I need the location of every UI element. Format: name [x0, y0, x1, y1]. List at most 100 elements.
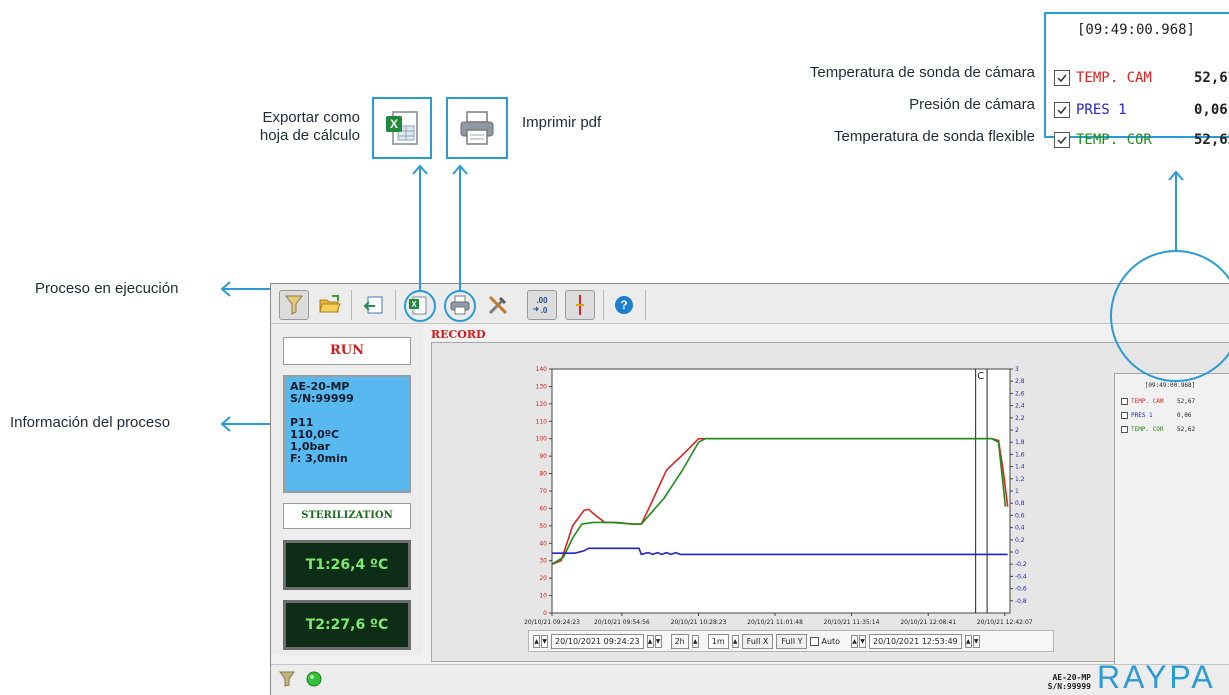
- mini-legend-item-temp-cam[interactable]: TEMP. CAM 52,67: [1121, 398, 1195, 405]
- y-left-tick-label: 140: [536, 366, 548, 373]
- span-minutes-field[interactable]: 1m: [707, 633, 729, 649]
- toolbar-separator: [603, 290, 604, 320]
- end-datetime-field[interactable]: 20/10/2021 12:53:49: [869, 633, 962, 649]
- print-zoom: [446, 97, 508, 159]
- y-right-tick-label: 2: [1015, 427, 1019, 434]
- checkbox-temp-cor[interactable]: [1054, 132, 1070, 148]
- mini-checkbox[interactable]: [1121, 412, 1128, 419]
- y-left-tick-label: 20: [539, 575, 547, 582]
- legend-timestamp: [09:49:00.968]: [1076, 22, 1195, 38]
- tools-button[interactable]: [483, 290, 513, 320]
- t2-display: T2:27,6 ºC: [283, 600, 411, 650]
- excel-export-icon: X: [409, 296, 427, 315]
- y-left-tick-label: 60: [539, 505, 547, 512]
- start-spinner[interactable]: ▲ ▼: [533, 634, 548, 648]
- legend-item-temp-cor[interactable]: TEMP. COR 52,62: [1054, 130, 1229, 150]
- svg-text:X: X: [411, 300, 417, 309]
- hours-spinner[interactable]: ▲: [691, 634, 699, 648]
- mini-checkbox[interactable]: [1121, 426, 1128, 433]
- checkbox-temp-cam[interactable]: [1054, 70, 1070, 86]
- callout-probe-cam: Temperatura de sonda de cámara: [809, 64, 1035, 81]
- y-right-tick-label: -0,6: [1015, 586, 1027, 593]
- open-button[interactable]: [315, 290, 345, 320]
- y-right-tick-label: 0,4: [1015, 525, 1025, 532]
- end-spinner[interactable]: ▲ ▼: [851, 634, 867, 648]
- auto-checkbox[interactable]: [810, 636, 820, 646]
- minutes-spinner[interactable]: ▲: [731, 634, 739, 648]
- start-datetime-field[interactable]: 20/10/2021 09:24:23: [551, 633, 644, 649]
- x-tick-label: 20/10/21 10:28:23: [671, 619, 727, 625]
- y-right-tick-label: 3: [1015, 366, 1019, 373]
- legend-value-temp-cam: 52,67: [1194, 70, 1229, 86]
- cursor-label: C: [977, 371, 984, 382]
- excel-export-zoom: X: [372, 97, 432, 159]
- checkbox-pres-1[interactable]: [1054, 102, 1070, 118]
- x-tick-label: 20/10/21 12:42:07: [977, 619, 1033, 625]
- y-left-tick-label: 100: [536, 436, 548, 443]
- mini-legend-label: PRES 1: [1131, 412, 1153, 419]
- print-button[interactable]: [445, 290, 475, 320]
- auto-toggle[interactable]: Auto: [810, 636, 840, 646]
- y-right-tick-label: 2,4: [1015, 403, 1025, 410]
- mini-legend-panel: [09:49:00.968] TEMP. CAM 52,67 PRES 1 0,…: [1114, 373, 1229, 693]
- decimals-button[interactable]: .00.0: [527, 290, 557, 320]
- mini-legend-label: TEMP. CAM: [1131, 398, 1164, 405]
- help-icon: ?: [615, 296, 633, 314]
- phase-status: STERILIZATION: [283, 503, 411, 529]
- y-left-tick-label: 0: [543, 610, 547, 617]
- plot-area: [551, 368, 1011, 614]
- status-bar: AE-20-MP S/N:99999 RAYPA: [271, 659, 1229, 695]
- x-tick-label: 20/10/21 09:54:56: [594, 619, 650, 625]
- x-tick-label: 20/10/21 12:08:41: [900, 619, 956, 625]
- excel-export-button[interactable]: X: [403, 290, 433, 320]
- mini-legend-timestamp: [09:49:00.968]: [1144, 382, 1196, 389]
- y-right-tick-label: 0,6: [1015, 512, 1025, 519]
- y-left-tick-label: 110: [536, 418, 548, 425]
- device-name: AE-20-MP: [1052, 673, 1091, 682]
- y-right-tick-label: 0: [1015, 549, 1019, 556]
- full-x-button[interactable]: Full X: [741, 633, 774, 649]
- time-controls: ▲ ▼ 20/10/2021 09:24:23 ▲ ▼ 2h ▲ 1m ▲ Full…: [528, 630, 1054, 652]
- svg-text:.0: .0: [541, 306, 548, 315]
- process-info-box: AE-20-MP S/N:99999 P11 110,0ºC 1,0bar F:…: [283, 375, 411, 493]
- legend-item-temp-cam[interactable]: TEMP. CAM 52,67: [1054, 68, 1229, 88]
- y-left-tick-label: 70: [539, 488, 547, 495]
- mini-legend-item-temp-cor[interactable]: TEMP. COR 52,62: [1121, 426, 1195, 433]
- app-window: X .00.0 ? RUN AE-20-MP S/N:99999 P11 110…: [270, 283, 1229, 695]
- tools-icon: [488, 295, 508, 315]
- y-right-tick-label: 2,6: [1015, 390, 1025, 397]
- print-icon: [450, 295, 470, 315]
- legend-label-temp-cor: TEMP. COR: [1076, 132, 1152, 148]
- full-y-button[interactable]: Full Y: [776, 633, 808, 649]
- process-panel: RUN AE-20-MP S/N:99999 P11 110,0ºC 1,0ba…: [271, 325, 423, 655]
- callout-process-info: Información del proceso: [10, 414, 171, 431]
- mini-checkbox[interactable]: [1121, 398, 1128, 405]
- callout-probe-flex: Temperatura de sonda flexible: [834, 128, 1035, 145]
- y-left-tick-label: 30: [539, 558, 547, 565]
- brand-logo: RAYPA: [1097, 659, 1216, 695]
- toolbar-separator: [395, 290, 396, 320]
- export-back-icon: [363, 296, 383, 314]
- callout-export-line2: hoja de cálculo: [259, 127, 360, 144]
- filter-button[interactable]: [279, 290, 309, 320]
- y-right-tick-label: 1,6: [1015, 451, 1025, 458]
- help-button[interactable]: ?: [609, 290, 639, 320]
- cursor-button[interactable]: [565, 290, 595, 320]
- mini-legend-item-pres-1[interactable]: PRES 1 0,06: [1121, 412, 1191, 419]
- x-tick-label: 20/10/21 09:24:23: [524, 619, 580, 625]
- record-chart[interactable]: 0102030405060708090100110120130140-0,8-0…: [432, 343, 1112, 625]
- excel-icon: X: [386, 111, 418, 145]
- chart-area: 0 10 20 30 40 50 60 70 80 90 100 110 120 130 140 -0,8 -0…: [431, 342, 1229, 693]
- start-spinner-2[interactable]: ▲ ▼: [646, 634, 662, 648]
- mini-legend-value: 52,67: [1177, 398, 1196, 405]
- y-right-tick-label: 1,4: [1015, 464, 1025, 471]
- import-button[interactable]: [359, 290, 389, 320]
- span-hours-field[interactable]: 2h: [670, 633, 689, 649]
- legend-label-temp-cam: TEMP. CAM: [1076, 70, 1152, 86]
- legend-item-pres-1[interactable]: PRES 1 0,06: [1054, 100, 1228, 120]
- device-serial: S/N:99999: [1047, 682, 1091, 691]
- t1-display: T1:26,4 ºC: [283, 540, 411, 590]
- toolbar-separator: [645, 290, 646, 320]
- end-spinner-2[interactable]: ▲ ▼: [964, 634, 980, 648]
- y-left-tick-label: 40: [539, 540, 547, 547]
